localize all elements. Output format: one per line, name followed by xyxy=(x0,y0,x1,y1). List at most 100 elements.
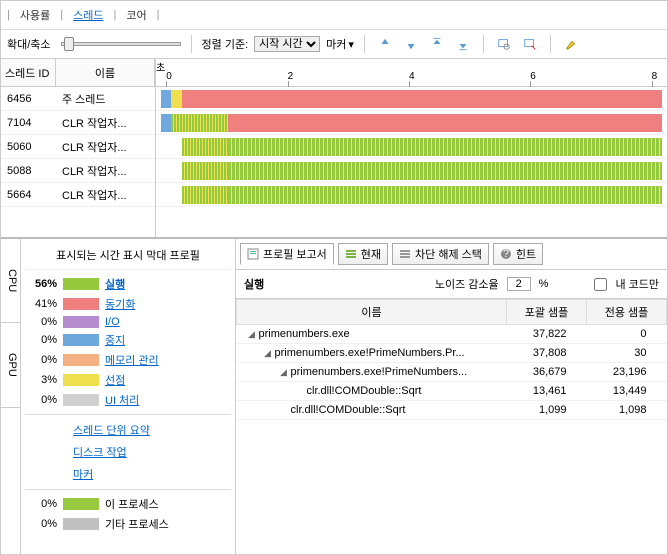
move-up-button[interactable] xyxy=(375,34,395,54)
mycode-label: 내 코드만 xyxy=(615,276,659,292)
marker-dropdown[interactable]: 마커 ▾ xyxy=(326,36,354,52)
legend-swatch xyxy=(63,316,99,328)
legend-item[interactable]: 41%동기화 xyxy=(25,294,231,314)
report-table: 이름 포괄 샘플 전용 샘플 ◢primenumbers.exe37,8220◢… xyxy=(236,299,667,554)
timeline-track[interactable] xyxy=(156,135,667,159)
legend-item[interactable]: 56%실행 xyxy=(25,274,231,294)
legend-item[interactable]: 0% 이 프로세스 xyxy=(25,494,231,514)
thread-row[interactable]: 6456주 스레드 xyxy=(1,87,155,111)
table-row[interactable]: ◢primenumbers.exe!PrimeNumbers...36,6792… xyxy=(237,363,667,382)
vertical-tabs: CPU GPU xyxy=(1,239,21,554)
legend-swatch xyxy=(63,298,99,310)
mycode-checkbox[interactable] xyxy=(594,278,607,291)
thread-id: 5088 xyxy=(1,165,56,177)
legend-panel: CPU GPU 표시되는 시간 표시 막대 프로필 56%실행41%동기화0%I… xyxy=(1,239,236,554)
view-tabs: | 사용률 | 스레드 | 코어 | xyxy=(1,1,667,30)
row-inclusive: 36,679 xyxy=(507,363,587,382)
legend-pct: 0% xyxy=(29,354,57,366)
zoom-label: 확대/축소 xyxy=(7,36,51,52)
legend-label[interactable]: I/O xyxy=(105,316,120,328)
timeline-track[interactable] xyxy=(156,111,667,135)
legend-label: 이 프로세스 xyxy=(105,496,159,512)
move-top-button[interactable] xyxy=(427,34,447,54)
thread-row[interactable]: 5664CLR 작업자... xyxy=(1,183,155,207)
thread-list: 스레드 ID 이름 6456주 스레드7104CLR 작업자...5060CLR… xyxy=(1,59,156,237)
col-name[interactable]: 이름 xyxy=(237,300,507,325)
legend-item[interactable]: 0%UI 처리 xyxy=(25,390,231,410)
legend-link[interactable]: 스레드 단위 요약 xyxy=(73,425,150,437)
table-row[interactable]: ◢primenumbers.exe37,8220 xyxy=(237,325,667,344)
zoom-selection-button[interactable] xyxy=(494,34,514,54)
legend-label[interactable]: 동기화 xyxy=(105,296,135,312)
expand-icon[interactable]: ◢ xyxy=(263,348,273,359)
noise-label: 노이즈 감소율 xyxy=(435,276,499,292)
col-exclusive[interactable]: 전용 샘플 xyxy=(587,300,667,325)
col-thread-name[interactable]: 이름 xyxy=(56,59,155,86)
vtab-cpu[interactable]: CPU xyxy=(1,239,20,323)
row-exclusive: 0 xyxy=(587,325,667,344)
table-row[interactable]: clr.dll!COMDouble::Sqrt1,0991,098 xyxy=(237,401,667,420)
thread-name: CLR 작업자... xyxy=(56,163,155,179)
move-down-button[interactable] xyxy=(401,34,421,54)
legend-label[interactable]: 메모리 관리 xyxy=(105,352,159,368)
timeline-track[interactable] xyxy=(156,87,667,111)
legend-label[interactable]: 실행 xyxy=(105,276,125,292)
chevron-down-icon: ▾ xyxy=(348,38,354,51)
highlight-button[interactable] xyxy=(561,34,581,54)
help-icon: ? xyxy=(500,248,512,260)
legend-label[interactable]: 선점 xyxy=(105,372,125,388)
legend-swatch xyxy=(63,334,99,346)
legend-item[interactable]: 0%기타 프로세스 xyxy=(25,514,231,534)
timeline-track[interactable] xyxy=(156,159,667,183)
time-scale: 초 02468 xyxy=(156,59,667,87)
zoom-slider[interactable] xyxy=(61,36,181,52)
expand-icon[interactable]: ◢ xyxy=(279,367,289,378)
thread-name: CLR 작업자... xyxy=(56,115,155,131)
col-inclusive[interactable]: 포괄 샘플 xyxy=(507,300,587,325)
legend-pct: 3% xyxy=(29,374,57,386)
timeline-track[interactable] xyxy=(156,183,667,207)
timeline-area: 스레드 ID 이름 6456주 스레드7104CLR 작업자...5060CLR… xyxy=(1,59,667,239)
move-bottom-button[interactable] xyxy=(453,34,473,54)
thread-id: 6456 xyxy=(1,93,56,105)
timeline[interactable]: 초 02468 xyxy=(156,59,667,237)
table-row[interactable]: clr.dll!COMDouble::Sqrt13,46113,449 xyxy=(237,382,667,401)
zoom-reset-button[interactable] xyxy=(520,34,540,54)
legend-item[interactable]: 3% 선점 xyxy=(25,370,231,390)
sort-select[interactable]: 시작 시간 xyxy=(254,36,320,52)
tab-threads[interactable]: 스레드 xyxy=(67,5,109,25)
exec-label: 실행 xyxy=(244,276,264,292)
row-name: clr.dll!COMDouble::Sqrt xyxy=(307,385,422,397)
legend-link[interactable]: 마커 xyxy=(73,469,93,481)
legend-item[interactable]: 0%I/O xyxy=(25,314,231,330)
row-name: primenumbers.exe xyxy=(259,328,350,340)
thread-row[interactable]: 7104CLR 작업자... xyxy=(1,111,155,135)
report-panel: 프로필 보고서 현재 차단 해제 스택 ? 힌트 실행 노이즈 감소율 % 내 xyxy=(236,239,667,554)
legend-label[interactable]: UI 처리 xyxy=(105,392,139,408)
col-thread-id[interactable]: 스레드 ID xyxy=(1,59,56,86)
thread-name: CLR 작업자... xyxy=(56,187,155,203)
time-unit: 초 xyxy=(156,59,165,74)
vtab-gpu[interactable]: GPU xyxy=(1,323,20,408)
legend-pct: 0% xyxy=(29,498,57,510)
noise-input[interactable] xyxy=(507,277,531,291)
legend-link[interactable]: 디스크 작업 xyxy=(73,447,127,459)
legend-item[interactable]: 0%중지 xyxy=(25,330,231,350)
tab-current[interactable]: 현재 xyxy=(338,243,388,265)
tab-hints[interactable]: ? 힌트 xyxy=(493,243,543,265)
tab-unblock-stack[interactable]: 차단 해제 스택 xyxy=(392,243,489,265)
stack-icon xyxy=(399,248,411,260)
thread-row[interactable]: 5060CLR 작업자... xyxy=(1,135,155,159)
report-icon xyxy=(247,248,259,260)
legend-swatch xyxy=(63,278,99,290)
thread-row[interactable]: 5088CLR 작업자... xyxy=(1,159,155,183)
expand-icon[interactable]: ◢ xyxy=(247,329,257,340)
tab-usage[interactable]: 사용률 xyxy=(14,5,56,25)
legend-label[interactable]: 중지 xyxy=(105,332,125,348)
table-row[interactable]: ◢primenumbers.exe!PrimeNumbers.Pr...37,8… xyxy=(237,344,667,363)
tab-profile-report[interactable]: 프로필 보고서 xyxy=(240,243,334,265)
legend-item[interactable]: 0% 메모리 관리 xyxy=(25,350,231,370)
pct-label: % xyxy=(539,278,549,290)
tab-cores[interactable]: 코어 xyxy=(120,5,152,25)
toolbar: 확대/축소 정렬 기준: 시작 시간 마커 ▾ xyxy=(1,30,667,59)
